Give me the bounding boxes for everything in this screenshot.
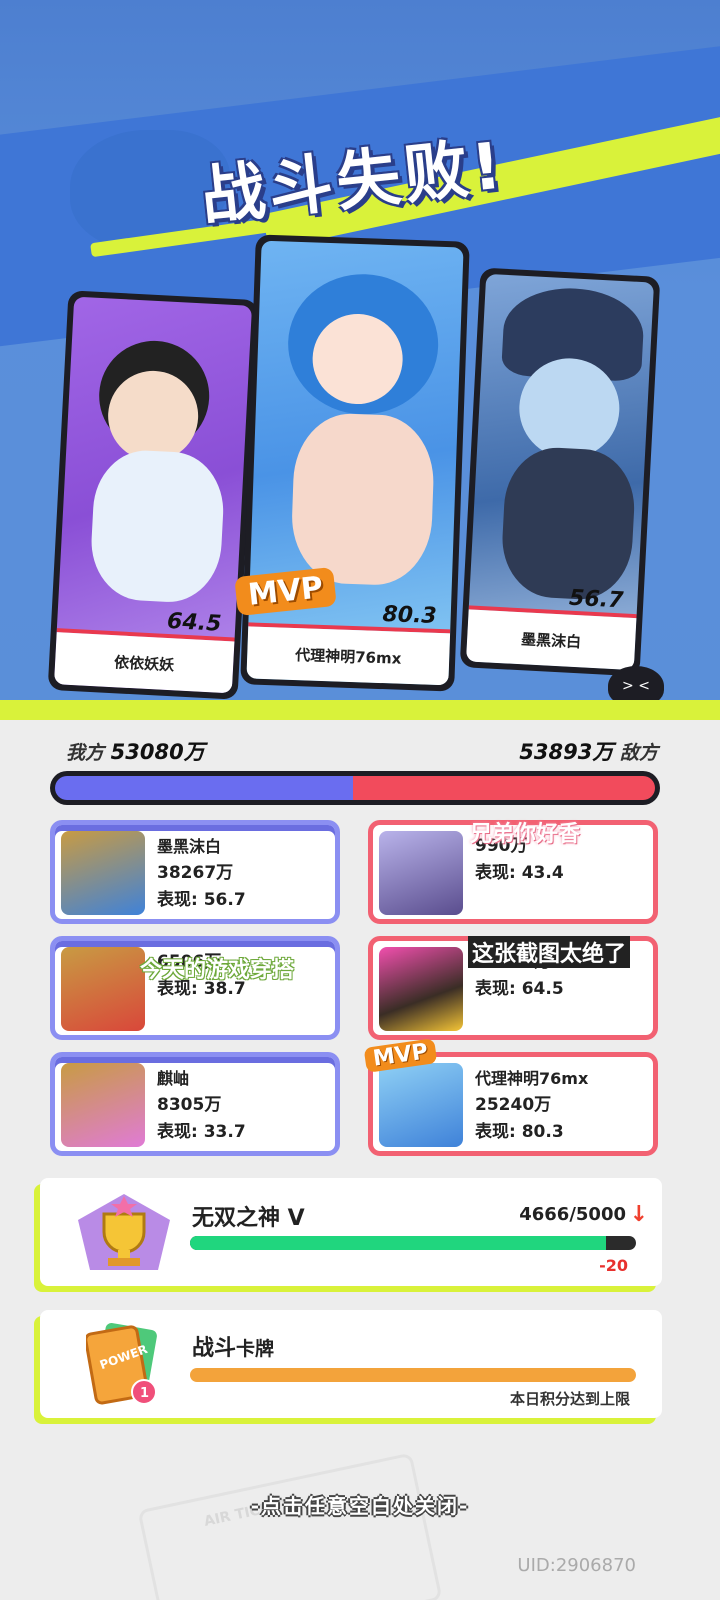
hero-name: 墨黑沫白: [465, 609, 637, 671]
player-performance: 表现: 56.7: [157, 890, 246, 910]
team-damage-bar: [50, 771, 660, 805]
player-performance: 表现: 33.7: [157, 1122, 246, 1142]
player-performance: 表现: 43.4: [475, 863, 564, 883]
player-avatar: [379, 947, 463, 1031]
hero-name: 依依妖妖: [53, 632, 235, 694]
player-avatar: [61, 947, 145, 1031]
our-team-label: 我方: [66, 742, 105, 764]
lime-divider: [0, 700, 720, 720]
close-hint[interactable]: -点击任意空白处关闭-: [0, 1490, 720, 1519]
rank-down-arrow-icon: ↓: [629, 1202, 648, 1227]
rank-delta: -20: [599, 1256, 628, 1275]
battle-card-progress-fill: [190, 1368, 636, 1382]
hero-score: 56.7: [568, 585, 624, 614]
player-damage: 8305万: [157, 1095, 222, 1115]
player-performance: 表现: 80.3: [475, 1122, 564, 1142]
player-avatar: [61, 1063, 145, 1147]
trophy-icon: [78, 1194, 170, 1270]
rank-panel: 无双之神 V 4666/5000 ↓ -20: [40, 1178, 662, 1286]
hero-card-1[interactable]: 64.5 依依妖妖: [47, 290, 259, 700]
bullet-comment: 这张截图太绝了: [468, 936, 631, 968]
player-card-enemy-3[interactable]: MVP 代理神明76mx 25240万 表现: 80.3: [363, 1038, 658, 1156]
player-avatar: [379, 831, 463, 915]
player-card-ally-3[interactable]: 麒岫 8305万 表现: 33.7: [50, 1052, 340, 1156]
our-team-fill: [55, 776, 353, 800]
player-damage: 25240万: [475, 1095, 552, 1115]
power-card-icon: POWER 1: [86, 1322, 157, 1405]
rank-progress-fill: [190, 1236, 607, 1250]
player-performance: 表现: 64.5: [475, 979, 564, 999]
hero-art: 80.3 代理神明76mx: [246, 240, 464, 686]
hero-card-2[interactable]: 80.3 代理神明76mx: [240, 234, 470, 692]
bullet-comment: 今天的游戏穿搭: [140, 958, 295, 983]
battle-result-title: 战斗失败!: [197, 129, 509, 235]
result-banner: 战斗失败! 64.5 依依妖妖 80.3 代理神明76mx 56.7 墨黑沫白 …: [0, 0, 720, 720]
hero-score: 64.5: [166, 608, 222, 637]
battle-card-panel: POWER 1 战斗卡牌 本日积分达到上限: [40, 1310, 662, 1418]
bullet-comment: 兄弟你好香: [470, 822, 581, 847]
our-team-amount: 53080万: [110, 740, 205, 764]
player-avatar: [379, 1063, 463, 1147]
player-name: 代理神明76mx: [475, 1069, 589, 1088]
rank-score: 4666/5000: [519, 1204, 626, 1225]
hero-name: 代理神明76mx: [246, 626, 451, 686]
enemy-team-amount: 53893万: [519, 740, 614, 764]
hero-body: [499, 445, 638, 602]
player-name: 墨黑沫白: [157, 837, 222, 856]
daily-limit-note: 本日积分达到上限: [509, 1390, 630, 1408]
player-card-ally-1[interactable]: 墨黑沫白 38267万 表现: 56.7: [50, 820, 340, 924]
hero-art: 56.7 墨黑沫白: [465, 273, 655, 671]
player-damage: 38267万: [157, 863, 234, 883]
card-count-badge: 1: [140, 1386, 149, 1401]
rank-title: 无双之神 V: [192, 1206, 305, 1231]
hero-score: 80.3: [382, 602, 438, 629]
rank-progress-bar: [190, 1236, 636, 1250]
player-name: 麒岫: [157, 1069, 190, 1088]
our-team-total: 我方 53080万: [66, 736, 205, 766]
hero-body: [88, 447, 227, 605]
battle-card-title-sub: 卡牌: [236, 1338, 275, 1360]
battle-card-title-main: 战斗: [192, 1336, 237, 1361]
user-id: UID:2906870: [517, 1555, 636, 1576]
enemy-team-total: 53893万 敌方: [519, 736, 658, 766]
enemy-team-label: 敌方: [619, 742, 658, 764]
air-ticket-decoration: AIR TICKET: [137, 1452, 443, 1600]
enemy-team-fill: [352, 776, 655, 800]
hero-card-3[interactable]: 56.7 墨黑沫白: [459, 267, 661, 677]
hero-body: [289, 411, 436, 587]
hero-art: 64.5 依依妖妖: [53, 296, 253, 694]
battle-card-progress-bar: [190, 1368, 636, 1382]
battle-card-title: 战斗卡牌: [192, 1330, 274, 1362]
player-avatar: [61, 831, 145, 915]
